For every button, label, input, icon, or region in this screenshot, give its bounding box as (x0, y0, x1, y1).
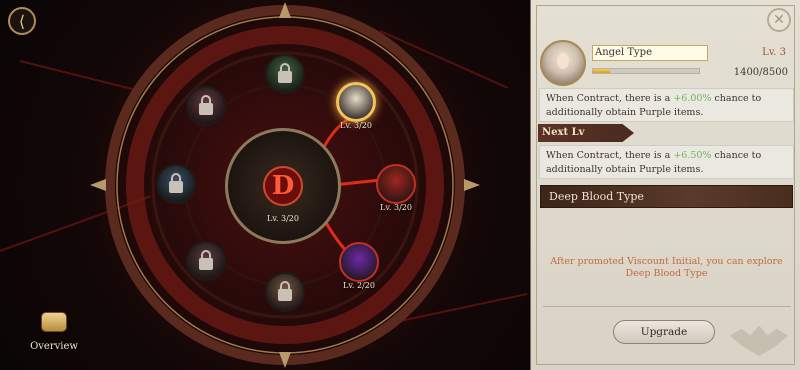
lock-icon (169, 173, 183, 193)
deep-blood-type-tab[interactable]: Deep Blood Type (540, 185, 793, 208)
back-button[interactable]: ⟨ (8, 7, 36, 35)
contract-wheel-scene: ⟨ Overview D Lv. 3/20 Lv. 3/20 Lv. 3/20 … (0, 0, 530, 370)
contract-node-bottom[interactable] (259, 266, 311, 318)
contract-node-bottom-left[interactable] (180, 235, 232, 287)
center-level-label: Lv. 3/20 (267, 214, 299, 223)
effect-value: +6.50% (673, 150, 712, 161)
effect-prefix: When Contract, there is a (546, 150, 674, 161)
compass-point-right (464, 179, 480, 191)
node-portrait (339, 242, 379, 282)
node-level-label: Lv. 3/20 (380, 203, 412, 212)
contract-node-angel[interactable]: Lv. 3/20 (330, 76, 382, 130)
xp-text: 1400/8500 (733, 67, 788, 78)
lock-icon (199, 95, 213, 115)
close-icon: ✕ (773, 12, 785, 28)
angel-portrait-avatar (540, 40, 586, 86)
lock-icon (278, 63, 292, 83)
divider (543, 306, 791, 307)
portrait-face (557, 53, 569, 69)
overview-label: Overview (30, 341, 78, 352)
compass-point-left (90, 179, 106, 191)
effect-prefix: When Contract, there is a (546, 93, 674, 104)
next-effect-text: When Contract, there is a +6.50% chance … (539, 145, 794, 179)
contract-node-top[interactable] (259, 48, 311, 100)
xp-progress-fill (593, 69, 611, 73)
angel-portrait (336, 82, 376, 122)
node-level-label: Lv. 2/20 (343, 281, 375, 290)
current-effect-text: When Contract, there is a +6.00% chance … (539, 88, 794, 122)
unlock-hint: After promoted Viscount Initial, you can… (550, 256, 783, 279)
node-level-label: Lv. 3/20 (340, 121, 372, 130)
effect-value: +6.00% (673, 93, 712, 104)
overview-button[interactable]: Overview (28, 312, 80, 353)
lock-icon (278, 281, 292, 301)
upgrade-button[interactable]: Upgrade (613, 320, 715, 344)
contract-node-right[interactable]: Lv. 3/20 (370, 158, 422, 212)
center-glyph: D (263, 166, 303, 206)
scroll-book-icon (41, 312, 67, 332)
back-arrow-icon: ⟨ (18, 11, 26, 31)
type-detail-panel: ✕ Angel Type Lv. 3 1400/8500 When Contra… (530, 0, 800, 370)
type-name: Angel Type (592, 45, 708, 61)
node-portrait (376, 164, 416, 204)
xp-progress-bar (592, 68, 700, 74)
contract-node-left[interactable] (150, 158, 202, 210)
contract-node-bottom-right[interactable]: Lv. 2/20 (333, 236, 385, 290)
lock-icon (199, 250, 213, 270)
close-button[interactable]: ✕ (767, 8, 791, 32)
contract-node-top-left[interactable] (180, 80, 232, 132)
type-level: Lv. 3 (762, 47, 786, 58)
next-level-header: Next Lv (538, 124, 634, 142)
center-contract-medallion[interactable]: D Lv. 3/20 (225, 128, 341, 244)
